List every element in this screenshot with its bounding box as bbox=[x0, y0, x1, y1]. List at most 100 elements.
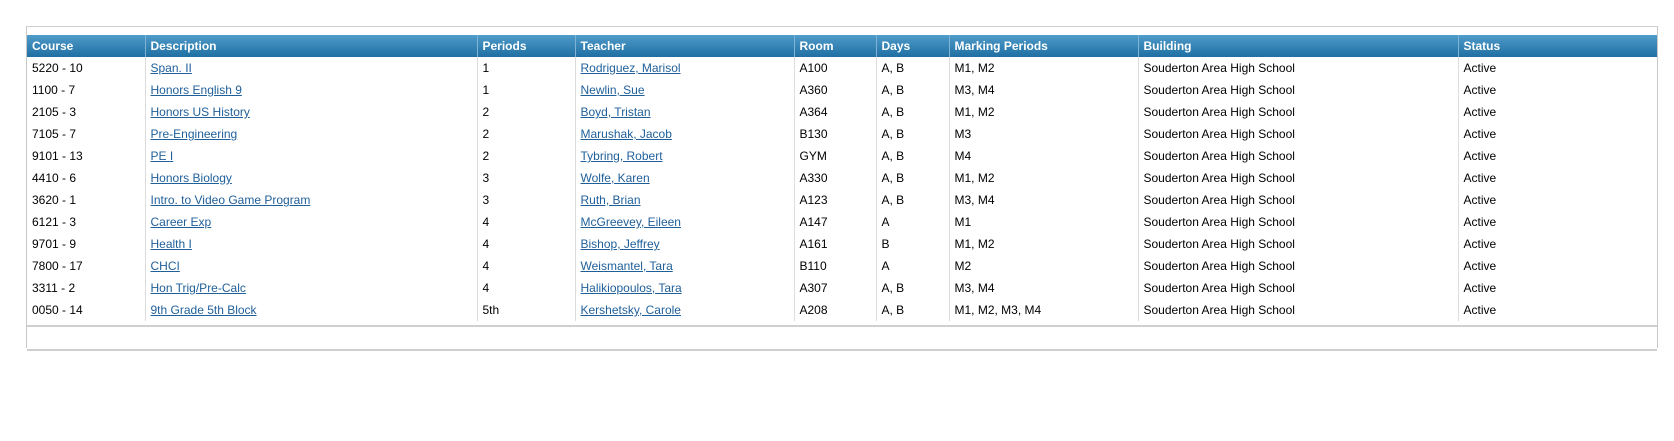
teacher-link[interactable]: Newlin, Sue bbox=[581, 83, 645, 97]
building-cell: Souderton Area High School bbox=[1137, 145, 1458, 167]
course-cell: 3311 - 2 bbox=[32, 281, 76, 295]
room-cell: A208 bbox=[793, 299, 876, 321]
marking-periods-cell: M3 bbox=[948, 123, 1138, 145]
description-cell: Health I bbox=[144, 233, 477, 255]
teacher-link[interactable]: Wolfe, Karen bbox=[581, 171, 650, 185]
column-header-teacher[interactable]: Teacher bbox=[574, 35, 794, 57]
building-cell: Souderton Area High School bbox=[1137, 255, 1458, 277]
marking-periods-cell: M3, M4 bbox=[948, 79, 1138, 101]
building-cell: Souderton Area High School bbox=[1137, 211, 1458, 233]
description-cell: Intro. to Video Game Program bbox=[144, 189, 477, 211]
column-header-building[interactable]: Building bbox=[1137, 35, 1458, 57]
teacher-cell: Kershetsky, Carole bbox=[574, 299, 794, 321]
room-cell: A307 bbox=[793, 277, 876, 299]
teacher-link[interactable]: McGreevey, Eileen bbox=[581, 215, 681, 229]
teacher-cell: Boyd, Tristan bbox=[574, 101, 794, 123]
column-header-marking-periods[interactable]: Marking Periods bbox=[948, 35, 1138, 57]
marking-periods-cell: M1, M2 bbox=[948, 101, 1138, 123]
building-cell: Souderton Area High School bbox=[1137, 101, 1458, 123]
room-cell: A364 bbox=[793, 101, 876, 123]
building-cell: Souderton Area High School bbox=[1137, 277, 1458, 299]
table-row: 7800 - 17 CHCI 4 Weismantel, Tara B110 A M2 Sou… bbox=[27, 255, 1657, 277]
days-cell: A, B bbox=[875, 145, 949, 167]
status-cell: Active bbox=[1457, 255, 1657, 277]
table-row: 9701 - 9 Health I 4 Bishop, Jeffrey A161 B M1,… bbox=[27, 233, 1657, 255]
teacher-link[interactable]: Halikiopoulos, Tara bbox=[581, 281, 682, 295]
teacher-link[interactable]: Weismantel, Tara bbox=[581, 259, 673, 273]
periods-cell: 4 bbox=[476, 277, 575, 299]
course-cell: 5220 - 10 bbox=[32, 61, 83, 75]
periods-cell: 1 bbox=[476, 57, 575, 79]
schedule-panel: Course Description Periods Teacher Room … bbox=[26, 26, 1658, 351]
status-cell: Active bbox=[1457, 123, 1657, 145]
course-cell: 9101 - 13 bbox=[32, 149, 83, 163]
teacher-cell: Newlin, Sue bbox=[574, 79, 794, 101]
teacher-link[interactable]: Marushak, Jacob bbox=[581, 127, 672, 141]
periods-cell: 2 bbox=[476, 123, 575, 145]
description-link[interactable]: Health I bbox=[151, 237, 192, 251]
description-link[interactable]: Honors English 9 bbox=[151, 83, 242, 97]
teacher-cell: Rodriguez, Marisol bbox=[574, 57, 794, 79]
periods-cell: 5th bbox=[476, 299, 575, 321]
description-link[interactable]: Honors US History bbox=[151, 105, 250, 119]
status-cell: Active bbox=[1457, 57, 1657, 79]
marking-periods-cell: M2 bbox=[948, 255, 1138, 277]
table-row: 3311 - 2 Hon Trig/Pre-Calc 4 Halikiopoulos,… bbox=[27, 277, 1657, 299]
room-cell: A161 bbox=[793, 233, 876, 255]
column-header-description[interactable]: Description bbox=[144, 35, 477, 57]
description-link[interactable]: PE I bbox=[151, 149, 174, 163]
room-cell: A100 bbox=[793, 57, 876, 79]
table-row: 3620 - 1 Intro. to Video Game Program 3 Rut… bbox=[27, 189, 1657, 211]
days-cell: A, B bbox=[875, 123, 949, 145]
column-header-periods[interactable]: Periods bbox=[476, 35, 575, 57]
table-footer bbox=[27, 325, 1657, 351]
status-cell: Active bbox=[1457, 189, 1657, 211]
building-cell: Souderton Area High School bbox=[1137, 189, 1458, 211]
periods-cell: 4 bbox=[476, 211, 575, 233]
table-row: 0050 - 14 9th Grade 5th Block 5th Kershetsk… bbox=[27, 299, 1657, 321]
course-cell: 2105 - 3 bbox=[32, 105, 77, 119]
column-header-days[interactable]: Days bbox=[875, 35, 949, 57]
status-cell: Active bbox=[1457, 277, 1657, 299]
table-row: 9101 - 13 PE I 2 Tybring, Robert GYM A, B M4 So… bbox=[27, 145, 1657, 167]
days-cell: A, B bbox=[875, 167, 949, 189]
status-cell: Active bbox=[1457, 145, 1657, 167]
description-link[interactable]: Hon Trig/Pre-Calc bbox=[151, 281, 246, 295]
periods-cell: 3 bbox=[476, 189, 575, 211]
description-cell: Honors US History bbox=[144, 101, 477, 123]
teacher-link[interactable]: Bishop, Jeffrey bbox=[581, 237, 660, 251]
teacher-link[interactable]: Rodriguez, Marisol bbox=[581, 61, 681, 75]
description-link[interactable]: Intro. to Video Game Program bbox=[151, 193, 311, 207]
column-header-room[interactable]: Room bbox=[793, 35, 876, 57]
room-cell: A330 bbox=[793, 167, 876, 189]
course-cell: 9701 - 9 bbox=[32, 237, 77, 251]
teacher-cell: Bishop, Jeffrey bbox=[574, 233, 794, 255]
days-cell: A, B bbox=[875, 57, 949, 79]
status-cell: Active bbox=[1457, 211, 1657, 233]
description-link[interactable]: Pre-Engineering bbox=[151, 127, 238, 141]
room-cell: B130 bbox=[793, 123, 876, 145]
column-header-course[interactable]: Course bbox=[27, 35, 145, 57]
description-link[interactable]: Span. II bbox=[151, 61, 192, 75]
course-cell: 7800 - 17 bbox=[32, 259, 83, 273]
column-header-status[interactable]: Status bbox=[1457, 35, 1657, 57]
description-link[interactable]: CHCI bbox=[151, 259, 180, 273]
days-cell: A, B bbox=[875, 299, 949, 321]
description-link[interactable]: Honors Biology bbox=[151, 171, 232, 185]
course-cell: 3620 - 1 bbox=[32, 193, 77, 207]
teacher-cell: McGreevey, Eileen bbox=[574, 211, 794, 233]
description-cell: Span. II bbox=[144, 57, 477, 79]
table-header-row: Course Description Periods Teacher Room … bbox=[27, 35, 1657, 57]
teacher-link[interactable]: Ruth, Brian bbox=[581, 193, 641, 207]
teacher-link[interactable]: Kershetsky, Carole bbox=[581, 303, 681, 317]
teacher-link[interactable]: Boyd, Tristan bbox=[581, 105, 651, 119]
building-cell: Souderton Area High School bbox=[1137, 167, 1458, 189]
description-link[interactable]: Career Exp bbox=[151, 215, 212, 229]
description-link[interactable]: 9th Grade 5th Block bbox=[151, 303, 257, 317]
teacher-link[interactable]: Tybring, Robert bbox=[581, 149, 663, 163]
days-cell: A, B bbox=[875, 277, 949, 299]
table-row: 4410 - 6 Honors Biology 3 Wolfe, Karen A330 A… bbox=[27, 167, 1657, 189]
status-cell: Active bbox=[1457, 79, 1657, 101]
days-cell: A bbox=[875, 255, 949, 277]
room-cell: B110 bbox=[793, 255, 876, 277]
